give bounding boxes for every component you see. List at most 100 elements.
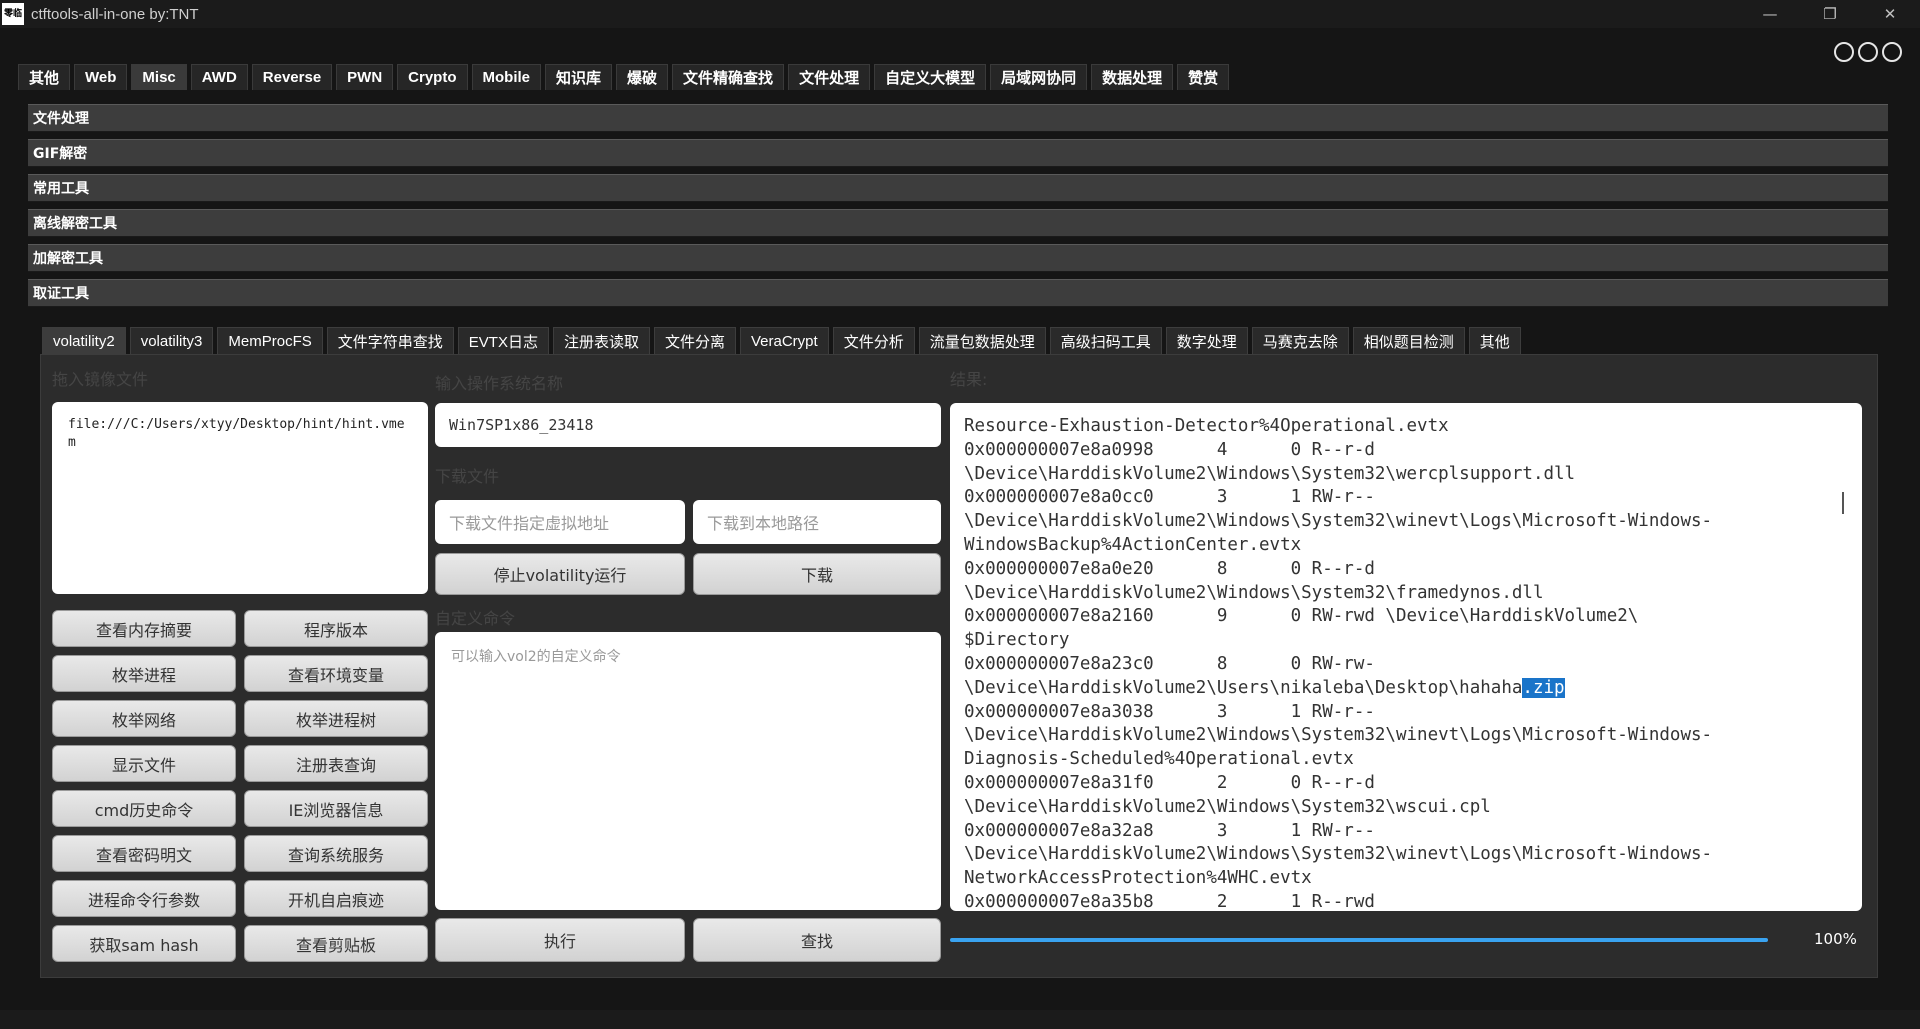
command-button[interactable]: 注册表查询 <box>244 745 428 782</box>
main-tab[interactable]: 文件处理 <box>788 64 871 90</box>
circle-icon[interactable] <box>1882 42 1902 62</box>
main-tab[interactable]: 其他 <box>18 64 71 90</box>
command-button[interactable]: 查看剪贴板 <box>244 925 428 962</box>
command-button[interactable]: 枚举进程 <box>52 655 236 692</box>
result-output[interactable]: Resource-Exhaustion-Detector%4Operationa… <box>950 403 1862 911</box>
command-button[interactable]: 查看内存摘要 <box>52 610 236 647</box>
image-file-drop-area[interactable]: file:///C:/Users/xtyy/Desktop/hint/hint.… <box>52 402 428 594</box>
main-tab[interactable]: 数据处理 <box>1091 64 1174 90</box>
sub-tab[interactable]: MemProcFS <box>217 327 323 354</box>
result-line: 0x000000007e8a31f0 2 0 R--r-d <box>964 772 1375 793</box>
section-header[interactable]: 文件处理 <box>28 104 1888 132</box>
command-button[interactable]: 枚举进程树 <box>244 700 428 737</box>
forensics-tab-bar: volatility2 volatility3 MemProcFS 文件字符串查找 EV… <box>42 327 1525 354</box>
main-tab[interactable]: 赞赏 <box>1177 64 1230 90</box>
sub-tab[interactable]: volatility3 <box>129 327 214 354</box>
section-header[interactable]: 加解密工具 <box>28 244 1888 272</box>
theme-circles <box>1834 42 1902 62</box>
sub-tab[interactable]: EVTX日志 <box>457 327 549 354</box>
sub-tab[interactable]: 其他 <box>1468 327 1521 354</box>
local-path-input[interactable]: 下载到本地路径 <box>693 500 941 544</box>
main-tab[interactable]: Mobile <box>471 64 542 90</box>
result-line: \Device\HarddiskVolume2\Windows\System32… <box>964 844 1713 865</box>
main-tab[interactable]: 文件精确查找 <box>672 64 785 90</box>
taskbar-strip <box>0 1010 1920 1029</box>
sub-tab[interactable]: 相似题目检测 <box>1352 327 1465 354</box>
main-tab[interactable]: 局域网协同 <box>990 64 1088 90</box>
title-bar: 零临 ctftools-all-in-one by:TNT — ❐ ✕ <box>0 0 1920 28</box>
result-line: Resource-Exhaustion-Detector%4Operationa… <box>964 416 1449 436</box>
result-line: \Device\HarddiskVolume2\Users\nikaleba\D… <box>964 677 1848 701</box>
result-label: 结果: <box>950 370 988 389</box>
command-button[interactable]: IE浏览器信息 <box>244 790 428 827</box>
result-line: 0x000000007e8a0cc0 3 1 RW-r-- <box>964 487 1375 508</box>
restore-icon[interactable]: ❐ <box>1800 0 1860 28</box>
main-tab[interactable]: Crypto <box>397 64 468 90</box>
result-line: 0x000000007e8a0998 4 0 R--r-d <box>964 439 1375 460</box>
app-logo: 零临 <box>2 3 24 25</box>
section-header[interactable]: 常用工具 <box>28 174 1888 202</box>
download-button[interactable]: 下载 <box>693 553 941 595</box>
sub-tab[interactable]: 文件字符串查找 <box>326 327 454 354</box>
main-tab[interactable]: 爆破 <box>616 64 669 90</box>
main-tab[interactable]: PWN <box>336 64 394 90</box>
command-button[interactable]: 查看密码明文 <box>52 835 236 872</box>
main-tab[interactable]: AWD <box>190 64 248 90</box>
command-button[interactable]: cmd历史命令 <box>52 790 236 827</box>
result-line: Diagnosis-Scheduled%4Operational.evtx <box>964 749 1354 770</box>
command-button[interactable]: 程序版本 <box>244 610 428 647</box>
result-line: 0x000000007e8a2160 9 0 RW-rwd \Device\Ha… <box>964 606 1639 627</box>
command-button[interactable]: 显示文件 <box>52 745 236 782</box>
command-button[interactable]: 查看环境变量 <box>244 655 428 692</box>
sub-tab[interactable]: volatility2 <box>42 327 126 354</box>
command-button[interactable]: 进程命令行参数 <box>52 880 236 917</box>
result-line: \Device\HarddiskVolume2\Windows\System32… <box>964 796 1491 817</box>
result-line: \Device\HarddiskVolume2\Windows\System32… <box>964 463 1576 484</box>
main-tab[interactable]: Reverse <box>251 64 333 90</box>
minimize-icon[interactable]: — <box>1740 0 1800 28</box>
section-header[interactable]: GIF解密 <box>28 139 1888 167</box>
sub-tab[interactable]: 流量包数据处理 <box>918 327 1046 354</box>
sub-tab[interactable]: VeraCrypt <box>739 327 829 354</box>
os-name-label: 输入操作系统名称 <box>435 374 564 393</box>
custom-cmd-label: 自定义命令 <box>435 609 516 628</box>
virtual-address-input[interactable]: 下载文件指定虚拟地址 <box>435 500 685 544</box>
result-line: 0x000000007e8a3038 3 1 RW-r-- <box>964 701 1375 722</box>
result-line-text: \Device\HarddiskVolume2\Users\nikaleba\D… <box>964 677 1523 698</box>
command-button[interactable]: 获取sam hash <box>52 925 236 962</box>
result-scrollbar[interactable] <box>1842 492 1844 514</box>
close-icon[interactable]: ✕ <box>1860 0 1920 28</box>
sub-tab[interactable]: 高级扫码工具 <box>1049 327 1162 354</box>
result-line: $Directory <box>964 630 1070 651</box>
section-header[interactable]: 取证工具 <box>28 279 1888 307</box>
main-tab-bar: 其他 Web Misc AWD Reverse PWN Crypto Mobile 知识库 爆破文… <box>18 64 1233 90</box>
result-line: 0x000000007e8a23c0 8 0 RW-rw- <box>964 653 1375 674</box>
window-controls: — ❐ ✕ <box>1740 0 1920 28</box>
main-tab[interactable]: 知识库 <box>545 64 613 90</box>
window-title: ctftools-all-in-one by:TNT <box>31 5 199 23</box>
os-name-input[interactable]: Win7SP1x86_23418 <box>435 403 941 447</box>
command-button[interactable]: 枚举网络 <box>52 700 236 737</box>
image-file-label: 拖入镜像文件 <box>52 370 149 389</box>
circle-icon[interactable] <box>1834 42 1854 62</box>
circle-icon[interactable] <box>1858 42 1878 62</box>
sub-tab[interactable]: 文件分离 <box>653 327 736 354</box>
result-line: 0x000000007e8a32a8 3 1 RW-r-- <box>964 820 1375 841</box>
custom-command-input[interactable]: 可以输入vol2的自定义命令 <box>435 632 941 910</box>
section-header[interactable]: 离线解密工具 <box>28 209 1888 237</box>
sub-tab[interactable]: 注册表读取 <box>552 327 650 354</box>
sub-tab[interactable]: 数字处理 <box>1165 327 1248 354</box>
command-button[interactable]: 查询系统服务 <box>244 835 428 872</box>
sub-tab[interactable]: 马赛克去除 <box>1251 327 1349 354</box>
result-line: NetworkAccessProtection%4WHC.evtx <box>964 868 1312 889</box>
search-button[interactable]: 查找 <box>693 918 941 962</box>
execute-button[interactable]: 执行 <box>435 918 685 962</box>
tool-sections: 文件处理 GIF解密常用工具离线解密工具 加解密工具取证工具 <box>28 104 1888 314</box>
main-tab[interactable]: Misc <box>131 64 187 90</box>
progress-label: 100% <box>1814 930 1857 948</box>
command-button[interactable]: 开机自启痕迹 <box>244 880 428 917</box>
main-tab[interactable]: Web <box>74 64 128 90</box>
stop-volatility-button[interactable]: 停止volatility运行 <box>435 553 685 595</box>
sub-tab[interactable]: 文件分析 <box>832 327 915 354</box>
main-tab[interactable]: 自定义大模型 <box>874 64 987 90</box>
